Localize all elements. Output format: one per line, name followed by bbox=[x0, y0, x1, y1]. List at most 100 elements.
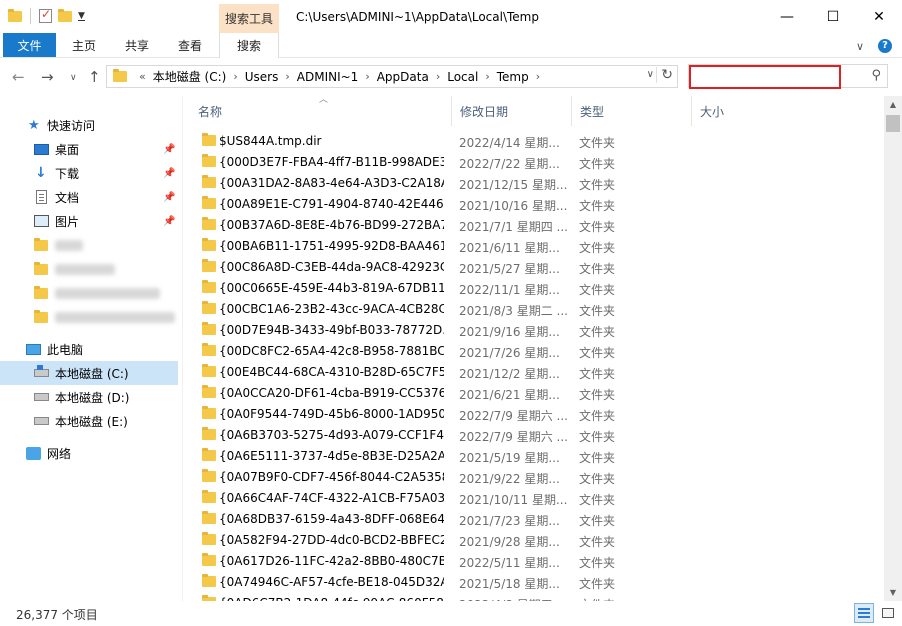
pin-icon[interactable]: 📌 bbox=[163, 192, 175, 203]
breadcrumb-item[interactable]: Users bbox=[240, 70, 284, 84]
column-header-type[interactable]: 类型 bbox=[572, 96, 692, 126]
nav-downloads[interactable]: ↓ 下载 📌 bbox=[0, 161, 178, 185]
tab-home[interactable]: 主页 bbox=[60, 33, 108, 57]
table-row[interactable]: {00B37A6D-8E8E-4b76-BD99-272BA7... 2021/7… bbox=[190, 214, 884, 235]
nav-label: 桌面 bbox=[55, 142, 80, 157]
nav-pinned-folder[interactable] bbox=[0, 281, 178, 305]
table-row[interactable]: {00D7E94B-3433-49bf-B033-78772D... 2021/9… bbox=[190, 319, 884, 340]
breadcrumb-chevron-icon[interactable]: › bbox=[363, 70, 371, 83]
table-row[interactable]: {00BA6B11-1751-4995-92D8-BAA461... 2021/6… bbox=[190, 235, 884, 256]
table-row[interactable]: {0A07B9F0-CDF7-456f-8044-C2A5358... 2021/… bbox=[190, 466, 884, 487]
column-header-size[interactable]: 大小 bbox=[692, 96, 752, 126]
pin-icon[interactable]: 📌 bbox=[163, 144, 175, 155]
address-history-dropdown-icon[interactable]: ∨ bbox=[647, 69, 654, 80]
window-title: C:\Users\ADMINI~1\AppData\Local\Temp bbox=[296, 10, 539, 24]
forward-arrow-icon[interactable]: → bbox=[41, 68, 54, 86]
tab-file[interactable]: 文件 bbox=[3, 33, 56, 57]
file-date: 2021/12/15 星期... bbox=[459, 178, 567, 192]
breadcrumb-item[interactable]: AppData bbox=[372, 70, 434, 84]
breadcrumb-item[interactable]: Local bbox=[442, 70, 483, 84]
breadcrumb-chevron-icon[interactable]: › bbox=[231, 70, 239, 83]
folder-icon bbox=[202, 133, 216, 146]
customize-toolbar-arrow-icon[interactable]: ▼ bbox=[78, 11, 85, 21]
breadcrumb-item[interactable]: Temp bbox=[492, 70, 534, 84]
table-row[interactable]: {00C0665E-459E-44b3-819A-67DB11... 2022/1… bbox=[190, 277, 884, 298]
window-controls: — ☐ ✕ bbox=[764, 0, 902, 33]
table-row[interactable]: {0A617D26-11FC-42a2-8BB0-480C7B... 2022/5… bbox=[190, 550, 884, 571]
table-row[interactable]: {0A0F9544-749D-45b6-8000-1AD950... 2022/7… bbox=[190, 403, 884, 424]
breadcrumb-item[interactable]: ADMINI~1 bbox=[292, 70, 364, 84]
up-arrow-icon[interactable]: ↑ bbox=[88, 68, 101, 86]
table-row[interactable]: {000D3E7F-FBA4-4ff7-B11B-998ADE3... 2022/… bbox=[190, 151, 884, 172]
file-name: {0A74946C-AF57-4cfe-BE18-045D32A... bbox=[219, 575, 444, 589]
nav-network[interactable]: 网络 bbox=[0, 441, 178, 465]
new-folder-icon[interactable] bbox=[58, 8, 72, 22]
search-icon[interactable]: ⚲ bbox=[871, 68, 881, 83]
nav-pinned-folder[interactable] bbox=[0, 305, 178, 329]
scroll-thumb[interactable] bbox=[886, 115, 900, 132]
nav-pinned-folder[interactable] bbox=[0, 233, 178, 257]
refresh-icon[interactable]: ↻ bbox=[656, 67, 673, 83]
nav-this-pc[interactable]: 此电脑 bbox=[0, 337, 178, 361]
table-row[interactable]: {00CBC1A6-23B2-43cc-9ACA-4CB28C... 2021/8… bbox=[190, 298, 884, 319]
nav-pictures[interactable]: 图片 📌 bbox=[0, 209, 178, 233]
breadcrumb-chevron-icon[interactable]: › bbox=[483, 70, 491, 83]
properties-icon[interactable] bbox=[39, 7, 52, 23]
table-row[interactable]: {0A6E5111-3737-4d5e-8B3E-D25A2A... 2021/5… bbox=[190, 445, 884, 466]
column-header-date[interactable]: 修改日期 bbox=[452, 96, 572, 126]
scroll-down-icon[interactable]: ▼ bbox=[884, 584, 902, 601]
back-arrow-icon[interactable]: ← bbox=[12, 68, 25, 86]
table-row[interactable]: {0A74946C-AF57-4cfe-BE18-045D32A... 2021/… bbox=[190, 571, 884, 592]
file-type: 文件夹 bbox=[579, 262, 616, 276]
breadcrumb-overflow[interactable]: « bbox=[137, 70, 148, 83]
redacted-label bbox=[55, 311, 175, 323]
file-date: 2022/5/11 星期... bbox=[459, 556, 560, 570]
table-row[interactable]: {00A31DA2-8A83-4e64-A3D3-C2A18A... 2021/1… bbox=[190, 172, 884, 193]
large-icons-view-button[interactable] bbox=[878, 603, 898, 623]
nav-pinned-folder[interactable] bbox=[0, 257, 178, 281]
table-row[interactable]: {00E4BC44-68CA-4310-B28D-65C7F5... 2021/1… bbox=[190, 361, 884, 382]
tab-search[interactable]: 搜索 bbox=[219, 33, 279, 58]
expand-ribbon-chevron-icon[interactable]: ∨ bbox=[856, 40, 864, 53]
close-button[interactable]: ✕ bbox=[856, 0, 902, 33]
help-icon[interactable]: ? bbox=[878, 39, 892, 53]
nav-drive-d[interactable]: 本地磁盘 (D:) bbox=[0, 385, 178, 409]
file-name: {00CBC1A6-23B2-43cc-9ACA-4CB28C... bbox=[219, 302, 444, 316]
breadcrumb-chevron-icon[interactable]: › bbox=[534, 70, 542, 83]
table-row[interactable]: {0A6B3703-5275-4d93-A079-CCF1F47... 2022/… bbox=[190, 424, 884, 445]
tab-view[interactable]: 查看 bbox=[166, 33, 214, 57]
breadcrumb-item[interactable]: 本地磁盘 (C:) bbox=[148, 68, 232, 85]
file-date: 2021/5/27 星期... bbox=[459, 262, 560, 276]
nav-quick-access[interactable]: ★ 快速访问 bbox=[0, 113, 178, 137]
nav-drive-e[interactable]: 本地磁盘 (E:) bbox=[0, 409, 178, 433]
folder-icon bbox=[202, 532, 216, 545]
table-row[interactable]: {00C86A8D-C3EB-44da-9AC8-42923C... 2021/5… bbox=[190, 256, 884, 277]
column-header-name[interactable]: 名称 bbox=[190, 96, 452, 126]
table-row[interactable]: {00A89E1E-C791-4904-8740-42E446F... 2021/… bbox=[190, 193, 884, 214]
table-row[interactable]: {0A582F94-27DD-4dc0-BCD2-BBFEC2... 2021/9… bbox=[190, 529, 884, 550]
table-row[interactable]: {00DC8FC2-65A4-42c8-B958-7881BC... 2021/7… bbox=[190, 340, 884, 361]
table-row[interactable]: {0A0CCA20-DF61-4cba-B919-CC5376... 2021/6… bbox=[190, 382, 884, 403]
address-bar[interactable]: « 本地磁盘 (C:) › Users › ADMINI~1 › AppData… bbox=[106, 65, 678, 88]
table-row[interactable]: $US844A.tmp.dir 2022/4/14 星期... 文件夹 bbox=[190, 130, 884, 151]
nav-documents[interactable]: 文档 📌 bbox=[0, 185, 178, 209]
tab-share[interactable]: 共享 bbox=[113, 33, 161, 57]
details-view-button[interactable] bbox=[854, 603, 874, 623]
pane-divider[interactable] bbox=[182, 96, 183, 601]
scroll-up-icon[interactable]: ▲ bbox=[884, 96, 902, 113]
breadcrumb-chevron-icon[interactable]: › bbox=[283, 70, 291, 83]
table-row[interactable]: {0A68DB37-6159-4a43-8DFF-068E640... 2021/… bbox=[190, 508, 884, 529]
vertical-scrollbar[interactable]: ▲ ▼ bbox=[884, 96, 902, 601]
recent-locations-chevron-icon[interactable]: ∨ bbox=[70, 73, 77, 83]
nav-desktop[interactable]: 桌面 📌 bbox=[0, 137, 178, 161]
details-view-icon bbox=[858, 608, 870, 618]
search-input[interactable] bbox=[689, 65, 841, 89]
nav-drive-c[interactable]: 本地磁盘 (C:) bbox=[0, 361, 178, 385]
breadcrumb-chevron-icon[interactable]: › bbox=[434, 70, 442, 83]
table-row[interactable]: {0AD6C7B2-1DA8-44fc-99AC-860F58...2022/4… bbox=[190, 592, 884, 601]
pin-icon[interactable]: 📌 bbox=[163, 216, 175, 227]
table-row[interactable]: {0A66C4AF-74CF-4322-A1CB-F75A03... 2021/1… bbox=[190, 487, 884, 508]
pin-icon[interactable]: 📌 bbox=[163, 168, 175, 179]
minimize-button[interactable]: — bbox=[764, 0, 810, 33]
maximize-button[interactable]: ☐ bbox=[810, 0, 856, 33]
